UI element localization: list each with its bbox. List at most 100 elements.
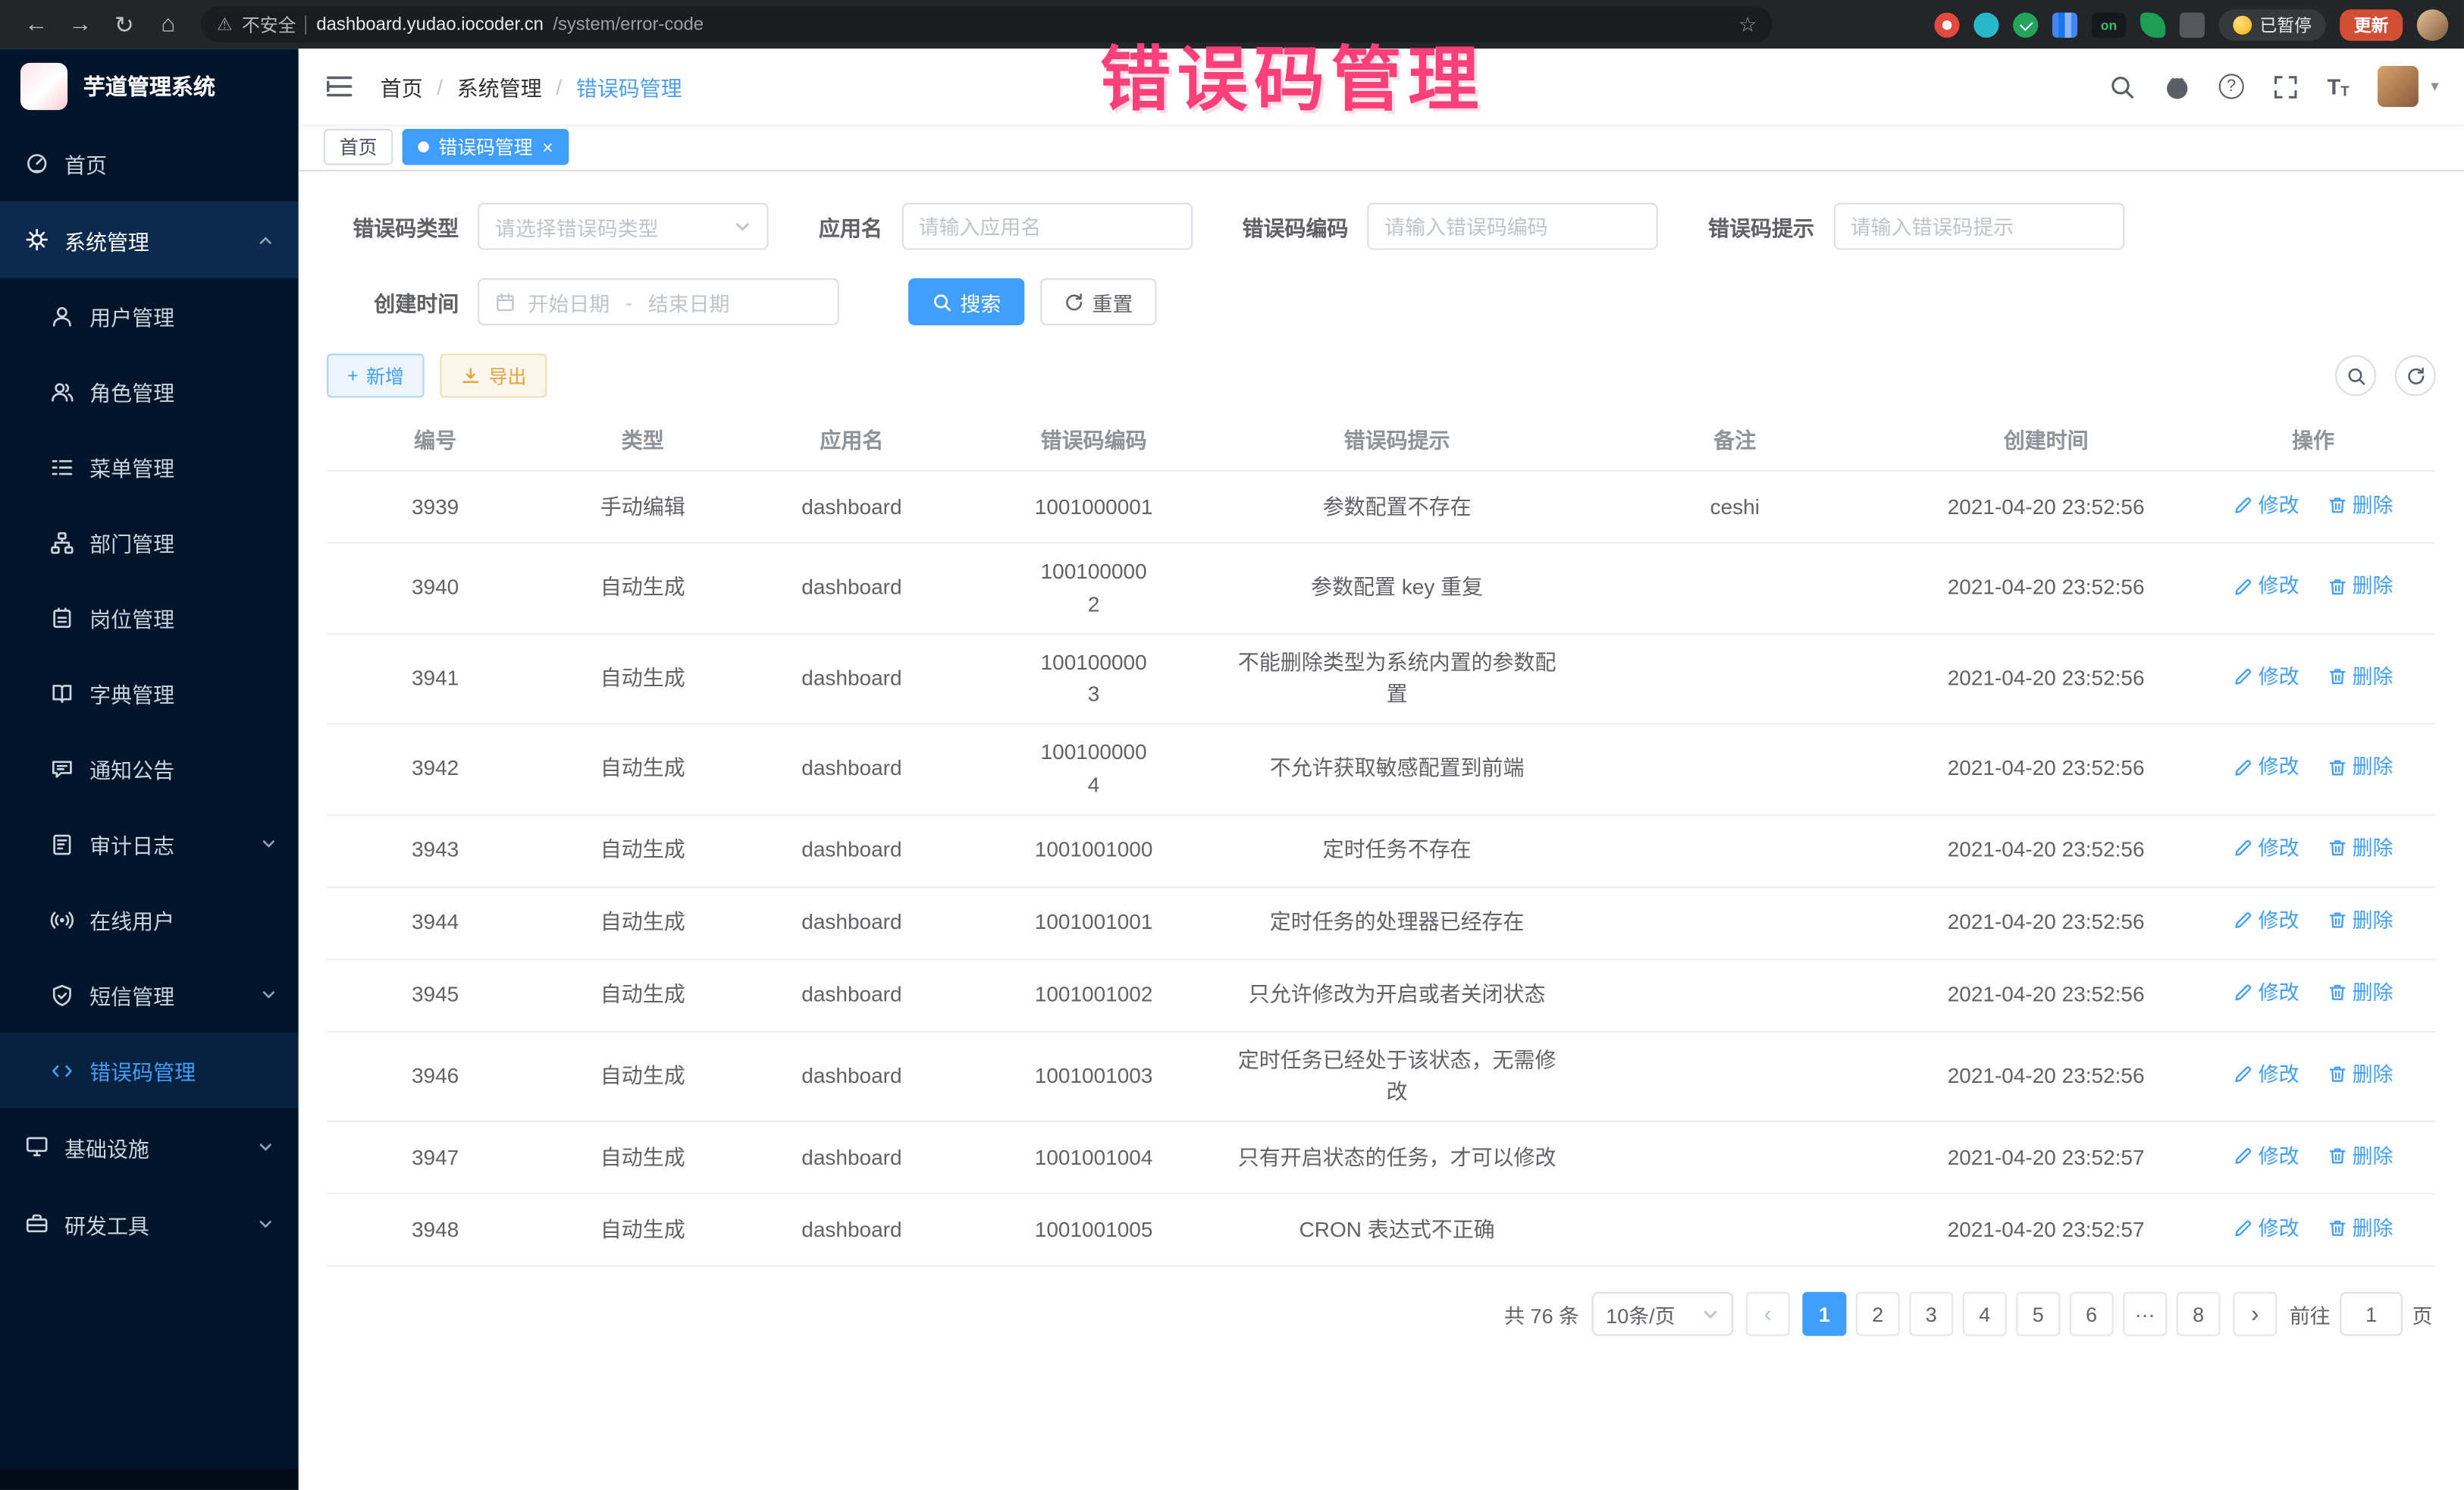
breadcrumb-home[interactable]: 首页 <box>381 71 423 102</box>
page-button[interactable]: ··· <box>2123 1292 2167 1336</box>
extension-icon-green-check[interactable] <box>2013 12 2038 37</box>
update-button[interactable]: 更新 <box>2340 8 2403 39</box>
sidebar-item-sms[interactable]: 短信管理 <box>0 957 299 1032</box>
sidebar-item-devtools[interactable]: 研发工具 <box>0 1185 299 1263</box>
sidebar-item-system[interactable]: 系统管理 <box>0 201 299 278</box>
error-code-input[interactable] <box>1384 215 1641 238</box>
extension-icon-bars[interactable] <box>2052 12 2077 37</box>
error-code-field[interactable] <box>1367 202 1657 249</box>
url-path[interactable]: /system/error-code <box>553 15 704 34</box>
address-bar[interactable]: ⚠ 不安全 dashboard.yudao.iocoder.cn/system/… <box>201 6 1773 42</box>
goto-page-input[interactable] <box>2340 1292 2403 1336</box>
paused-badge[interactable]: 已暂停 <box>2219 8 2326 39</box>
extension-icon-teal[interactable] <box>1973 12 1998 37</box>
security-label[interactable]: 不安全 <box>242 12 296 37</box>
table-row[interactable]: 3941 自动生成 dashboard 1001000003 不能删除类型为系统… <box>327 635 2436 725</box>
sidebar-item-posts[interactable]: 岗位管理 <box>0 580 299 655</box>
browser-profile-avatar[interactable] <box>2417 8 2448 39</box>
page-button[interactable]: 2 <box>1856 1292 1900 1336</box>
tab-error-code[interactable]: 错误码管理 × <box>403 129 569 165</box>
table-row[interactable]: 3948 自动生成 dashboard 1001001005 CRON 表达式不… <box>327 1195 2436 1267</box>
forward-icon[interactable]: → <box>60 4 101 45</box>
date-range-picker[interactable]: 开始日期 - 结束日期 <box>478 278 839 325</box>
error-message-input[interactable] <box>1851 215 2107 238</box>
sidebar-item-online-users[interactable]: 在线用户 <box>0 882 299 957</box>
page-button[interactable]: 1 <box>1802 1292 1846 1336</box>
search-button[interactable]: 搜索 <box>908 278 1024 325</box>
url-host[interactable]: dashboard.yudao.iocoder.cn <box>316 15 544 34</box>
edit-link[interactable]: 修改 <box>2234 1059 2299 1089</box>
edit-link[interactable]: 修改 <box>2234 905 2299 936</box>
sidebar-item-dictionary[interactable]: 字典管理 <box>0 655 299 730</box>
table-row[interactable]: 3940 自动生成 dashboard 1001000002 参数配置 key … <box>327 544 2436 635</box>
delete-link[interactable]: 删除 <box>2327 977 2393 1008</box>
page-button[interactable]: 6 <box>2070 1292 2114 1336</box>
github-icon[interactable] <box>2164 73 2190 99</box>
add-button[interactable]: + 新增 <box>327 353 425 397</box>
sidebar-item-departments[interactable]: 部门管理 <box>0 504 299 579</box>
delete-link[interactable]: 删除 <box>2327 905 2393 936</box>
extension-icon-red[interactable] <box>1934 12 1959 37</box>
refresh-table-button[interactable] <box>2395 355 2436 396</box>
edit-link[interactable]: 修改 <box>2234 1140 2299 1171</box>
table-row[interactable]: 3942 自动生成 dashboard 1001000004 不允许获取敏感配置… <box>327 725 2436 815</box>
hamburger-icon[interactable] <box>324 71 355 102</box>
table-row[interactable]: 3944 自动生成 dashboard 1001001001 定时任务的处理器已… <box>327 888 2436 960</box>
page-button[interactable]: 5 <box>2016 1292 2060 1336</box>
delete-link[interactable]: 删除 <box>2327 751 2393 782</box>
sidebar-collapse-bar[interactable] <box>0 1470 299 1490</box>
breadcrumb-system[interactable]: 系统管理 <box>457 71 542 102</box>
table-row[interactable]: 3945 自动生成 dashboard 1001001002 只允许修改为开启或… <box>327 960 2436 1032</box>
back-icon[interactable]: ← <box>16 4 57 45</box>
next-page-button[interactable]: › <box>2233 1292 2277 1336</box>
home-icon[interactable]: ⌂ <box>148 4 189 45</box>
app-name-input[interactable] <box>918 215 1174 238</box>
app-name-field[interactable] <box>901 202 1192 249</box>
caret-down-icon[interactable]: ▾ <box>2431 78 2438 96</box>
table-row[interactable]: 3947 自动生成 dashboard 1001001004 只有开启状态的任务… <box>327 1122 2436 1194</box>
table-row[interactable]: 3939 手动编辑 dashboard 1001000001 参数配置不存在 c… <box>327 472 2436 544</box>
error-type-select[interactable]: 请选择错误码类型 <box>478 202 768 249</box>
tab-home[interactable]: 首页 <box>324 129 393 165</box>
delete-link[interactable]: 删除 <box>2327 490 2393 520</box>
extension-icon-leaf[interactable] <box>2140 12 2165 37</box>
edit-link[interactable]: 修改 <box>2234 1212 2299 1243</box>
delete-link[interactable]: 删除 <box>2327 661 2393 692</box>
sidebar-logo[interactable]: 芋道管理系统 <box>0 49 299 124</box>
sidebar-item-menus[interactable]: 菜单管理 <box>0 429 299 504</box>
edit-link[interactable]: 修改 <box>2234 571 2299 601</box>
sidebar-item-users[interactable]: 用户管理 <box>0 278 299 353</box>
table-row[interactable]: 3943 自动生成 dashboard 1001001000 定时任务不存在 2… <box>327 815 2436 887</box>
reload-icon[interactable]: ↻ <box>104 4 145 45</box>
sidebar-item-home[interactable]: 首页 <box>0 124 299 202</box>
page-size-select[interactable]: 10条/页 <box>1592 1292 1734 1336</box>
reset-button[interactable]: 重置 <box>1040 278 1156 325</box>
edit-link[interactable]: 修改 <box>2234 833 2299 864</box>
edit-link[interactable]: 修改 <box>2234 751 2299 782</box>
page-button[interactable]: 3 <box>1909 1292 1953 1336</box>
sidebar-item-audit-log[interactable]: 审计日志 <box>0 806 299 881</box>
delete-link[interactable]: 删除 <box>2327 1140 2393 1171</box>
extensions-puzzle-icon[interactable] <box>2180 12 2205 37</box>
edit-link[interactable]: 修改 <box>2234 490 2299 520</box>
help-icon[interactable]: ? <box>2218 74 2243 99</box>
sidebar-item-error-code[interactable]: 错误码管理 <box>0 1033 299 1108</box>
page-button[interactable]: 4 <box>1963 1292 2007 1336</box>
export-button[interactable]: 导出 <box>440 353 547 397</box>
table-row[interactable]: 3946 自动生成 dashboard 1001001003 定时任务已经处于该… <box>327 1032 2436 1122</box>
delete-link[interactable]: 删除 <box>2327 1059 2393 1089</box>
sidebar-item-roles[interactable]: 角色管理 <box>0 353 299 428</box>
search-icon[interactable] <box>2108 73 2135 99</box>
user-avatar[interactable] <box>2378 66 2419 107</box>
edit-link[interactable]: 修改 <box>2234 977 2299 1008</box>
bookmark-star-icon[interactable]: ☆ <box>1738 12 1757 37</box>
close-icon[interactable]: × <box>542 137 553 156</box>
sidebar-item-notices[interactable]: 通知公告 <box>0 731 299 806</box>
error-message-field[interactable] <box>1833 202 2124 249</box>
prev-page-button[interactable]: ‹ <box>1746 1292 1790 1336</box>
fullscreen-icon[interactable] <box>2272 73 2299 99</box>
page-button[interactable]: 8 <box>2177 1292 2221 1336</box>
extension-icon-on-switch[interactable]: on <box>2092 12 2127 37</box>
delete-link[interactable]: 删除 <box>2327 571 2393 601</box>
font-size-icon[interactable]: TT <box>2327 74 2349 99</box>
